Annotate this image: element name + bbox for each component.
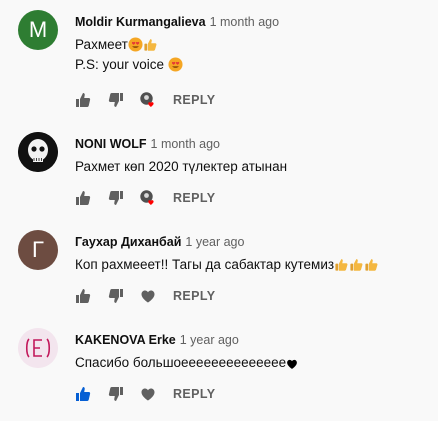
thumbs-up-icon[interactable] — [75, 190, 91, 206]
comment-actions: REPLY — [75, 384, 216, 404]
comment-time[interactable]: 1 month ago — [151, 137, 221, 151]
comment-time[interactable]: 1 year ago — [180, 333, 239, 347]
thumbs-up-emoji-icon — [364, 257, 379, 272]
avatar[interactable]: M — [18, 10, 58, 50]
comment-1: M Moldir Kurmangalieva 1 month ago Рахмее… — [0, 0, 438, 107]
avatar[interactable]: Г — [18, 230, 58, 270]
comment-body: NONI WOLF 1 month ago Рахмет көп 2020 түл… — [75, 134, 430, 177]
author-name[interactable]: Moldir Kurmangalieva — [75, 15, 206, 29]
comment-header: Moldir Kurmangalieva 1 month ago — [75, 14, 430, 30]
reply-button[interactable]: REPLY — [173, 289, 216, 303]
comment-actions: REPLY — [75, 286, 216, 306]
thumbs-up-emoji-icon — [143, 37, 158, 52]
comment-line: Спасибо большоееееееееееееее — [75, 353, 430, 373]
heart-icon[interactable] — [140, 288, 156, 304]
comment-2: NONI WOLF 1 month ago Рахмет көп 2020 түл… — [0, 120, 438, 218]
thumbs-down-icon[interactable] — [108, 386, 124, 402]
thumbs-up-icon[interactable] — [75, 92, 91, 108]
comment-text: Спасибо большоееееееееееееее — [75, 353, 430, 373]
reply-button[interactable]: REPLY — [173, 191, 216, 205]
comment-header: Гаухар Диханбай 1 year ago — [75, 234, 430, 250]
avatar-letter-e-icon — [18, 328, 58, 368]
author-name[interactable]: Гаухар Диханбай — [75, 235, 181, 249]
comment-actions: REPLY — [75, 90, 216, 110]
heart-icon[interactable] — [140, 386, 156, 402]
comment-text: Рахмеет P.S: your voice — [75, 35, 430, 75]
comment-header: KAKENOVA Erke 1 year ago — [75, 332, 430, 348]
comment-time[interactable]: 1 month ago — [210, 15, 280, 29]
thumbs-down-icon[interactable] — [108, 190, 124, 206]
comment-line: P.S: your voice — [75, 55, 430, 75]
comment-text: Коп рахмееет!! Тагы да сабактар кутемиз — [75, 255, 430, 275]
creator-heart-icon[interactable] — [140, 190, 156, 206]
heart-eyes-emoji-icon — [128, 37, 143, 52]
thumbs-up-emoji-icon — [334, 257, 349, 272]
creator-heart-icon[interactable] — [140, 92, 156, 108]
reply-button[interactable]: REPLY — [173, 93, 216, 107]
author-name[interactable]: NONI WOLF — [75, 137, 147, 151]
comment-line: Рахмет көп 2020 түлектер атынан — [75, 159, 288, 174]
thumbs-down-icon[interactable] — [108, 92, 124, 108]
thumbs-up-icon[interactable] — [75, 288, 91, 304]
comment-actions: REPLY — [75, 188, 216, 208]
black-heart-emoji-icon — [286, 358, 298, 370]
comment-4: KAKENOVA Erke 1 year ago Спасибо большоее… — [0, 316, 438, 414]
comment-time[interactable]: 1 year ago — [185, 235, 244, 249]
comment-body: KAKENOVA Erke 1 year ago Спасибо большоее… — [75, 330, 430, 373]
skull-icon — [18, 132, 58, 172]
thumbs-up-emoji-icon — [349, 257, 364, 272]
comment-body: Гаухар Диханбай 1 year ago Коп рахмееет!!… — [75, 232, 430, 275]
comment-3: Г Гаухар Диханбай 1 year ago Коп рахмееет… — [0, 218, 438, 316]
comment-line: Коп рахмееет!! Тагы да сабактар кутемиз — [75, 255, 430, 275]
comment-text: Рахмет көп 2020 түлектер атынан — [75, 157, 430, 177]
reply-button[interactable]: REPLY — [173, 387, 216, 401]
avatar[interactable] — [18, 132, 58, 172]
thumbs-down-icon[interactable] — [108, 288, 124, 304]
comment-line: Рахмеет — [75, 35, 430, 55]
heart-eyes-emoji-icon — [168, 57, 183, 72]
author-name[interactable]: KAKENOVA Erke — [75, 333, 176, 347]
comment-body: Moldir Kurmangalieva 1 month ago Рахмеет … — [75, 14, 430, 75]
avatar[interactable] — [18, 328, 58, 368]
thumbs-up-icon[interactable] — [75, 386, 91, 402]
comment-header: NONI WOLF 1 month ago — [75, 136, 430, 152]
